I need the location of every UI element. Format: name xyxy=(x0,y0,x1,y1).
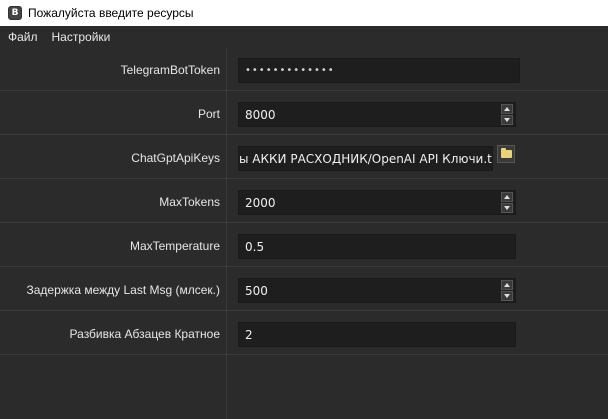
title-bar: B Пожалуйста введите ресурсы xyxy=(0,0,608,26)
arrow-down-icon xyxy=(504,294,510,298)
port-increment-button[interactable] xyxy=(501,104,513,114)
row-paragraph-split: Разбивка Абзацев Кратное 2 xyxy=(0,312,608,355)
msg-delay-spinbox[interactable]: 500 xyxy=(238,278,516,303)
max-tokens-increment-button[interactable] xyxy=(501,192,513,202)
max-temperature-input[interactable]: 0.5 xyxy=(238,234,516,259)
max-tokens-stepper xyxy=(501,192,513,213)
menu-bar: Файл Настройки xyxy=(0,26,608,48)
max-tokens-spinbox[interactable]: 2000 xyxy=(238,190,516,215)
row-msg-delay: Задержка между Last Msg (млсек.) 500 xyxy=(0,268,608,311)
arrow-up-icon xyxy=(504,195,510,199)
row-max-tokens: MaxTokens 2000 xyxy=(0,180,608,223)
msg-delay-increment-button[interactable] xyxy=(501,280,513,290)
app-b-icon: B xyxy=(8,6,22,20)
max-tokens-decrement-button[interactable] xyxy=(501,203,513,213)
msg-delay-stepper xyxy=(501,280,513,301)
chatgpt-api-keys-input[interactable]: ы АККИ РАСХОДНИК/OpenAI API Ключи.txt xyxy=(238,146,493,171)
menu-file[interactable]: Файл xyxy=(8,30,38,44)
msg-delay-label: Задержка между Last Msg (млсек.) xyxy=(26,282,221,297)
browse-file-button[interactable] xyxy=(497,145,515,163)
row-chatgpt-api-keys: ChatGptApiKeys ы АККИ РАСХОДНИК/OpenAI A… xyxy=(0,136,608,179)
telegram-bot-token-input[interactable]: ••••••••••••• xyxy=(238,58,520,83)
port-decrement-button[interactable] xyxy=(501,115,513,125)
max-temperature-label: MaxTemperature xyxy=(129,238,220,253)
port-stepper xyxy=(501,104,513,125)
msg-delay-decrement-button[interactable] xyxy=(501,291,513,301)
row-max-temperature: MaxTemperature 0.5 xyxy=(0,224,608,267)
paragraph-split-input[interactable]: 2 xyxy=(238,322,516,347)
msg-delay-value: 500 xyxy=(245,283,268,298)
folder-icon xyxy=(500,148,512,158)
telegram-bot-token-label: TelegramBotToken xyxy=(120,62,220,77)
chatgpt-api-keys-label: ChatGptApiKeys xyxy=(131,150,220,165)
port-spinbox[interactable]: 8000 xyxy=(238,102,516,127)
settings-form: TelegramBotToken ••••••••••••• Port 8000… xyxy=(0,48,608,355)
arrow-down-icon xyxy=(504,206,510,210)
max-tokens-label: MaxTokens xyxy=(159,194,220,209)
max-tokens-value: 2000 xyxy=(245,195,276,210)
arrow-up-icon xyxy=(504,283,510,287)
port-value: 8000 xyxy=(245,107,276,122)
row-telegram-bot-token: TelegramBotToken ••••••••••••• xyxy=(0,48,608,91)
row-port: Port 8000 xyxy=(0,92,608,135)
paragraph-split-label: Разбивка Абзацев Кратное xyxy=(69,326,220,341)
port-label: Port xyxy=(197,106,220,121)
arrow-down-icon xyxy=(504,118,510,122)
arrow-up-icon xyxy=(504,107,510,111)
menu-settings[interactable]: Настройки xyxy=(52,30,111,44)
window-title: Пожалуйста введите ресурсы xyxy=(28,6,194,20)
